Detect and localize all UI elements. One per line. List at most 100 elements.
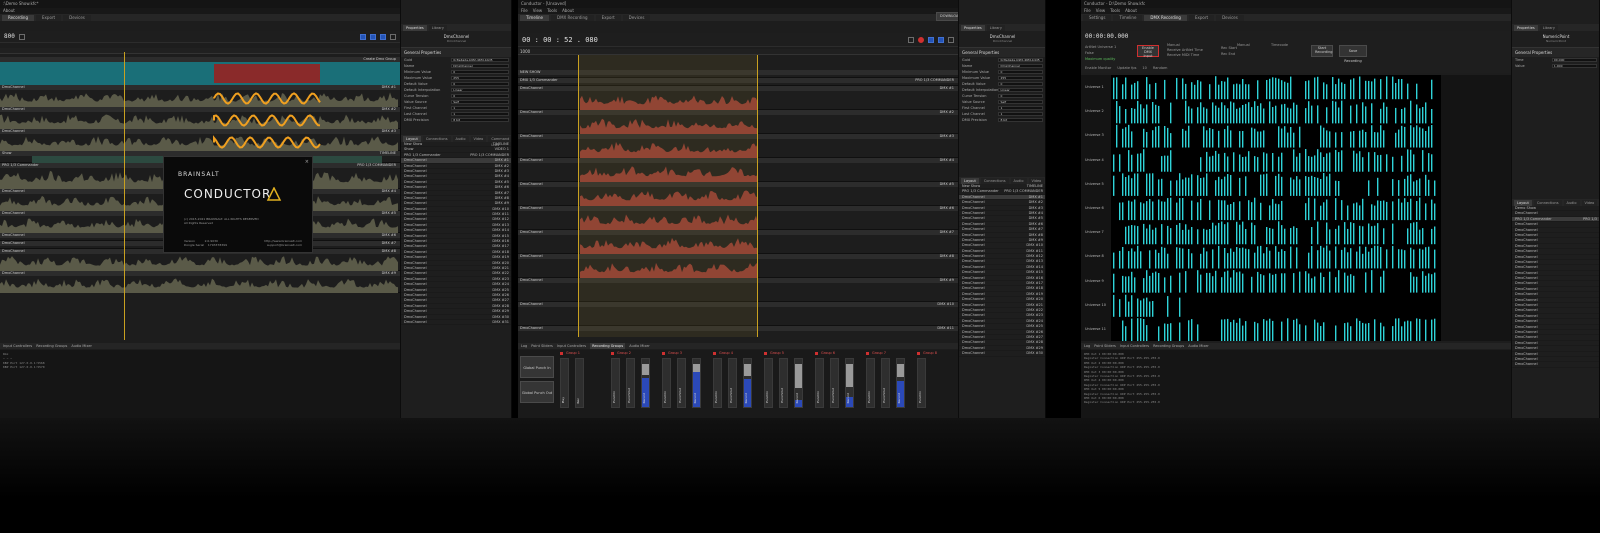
property-value-field[interactable]: 0 <box>451 69 509 75</box>
track-row[interactable]: DmxChannel DMX #5 <box>518 182 958 206</box>
global-punch-out-button[interactable]: Global Punch Out <box>520 381 554 403</box>
track-waveform[interactable] <box>0 254 400 271</box>
property-value-field[interactable]: Self <box>998 99 1043 105</box>
tool-select-icon[interactable] <box>928 36 934 43</box>
fader[interactable]: Record <box>896 358 905 408</box>
timecode-display[interactable]: 00 : 00 : 52 . 080 <box>522 36 598 44</box>
track-waveform[interactable] <box>0 112 400 129</box>
list-tab[interactable]: Audio <box>1563 200 1580 206</box>
menu-about[interactable]: About <box>1125 8 1137 14</box>
menu-about[interactable]: About <box>562 8 574 14</box>
tool-draw-icon[interactable] <box>370 33 376 40</box>
property-value-field[interactable]: DmxChannel <box>451 63 509 69</box>
track-row[interactable]: DmxChannel DMX #8 <box>518 254 958 278</box>
track-row[interactable]: DmxChannel DMX #1 <box>0 85 400 107</box>
property-value-field[interactable]: 8 bit <box>998 117 1043 123</box>
tab-timeline[interactable]: Timeline <box>520 15 550 21</box>
fader[interactable]: PunchIn <box>611 358 620 408</box>
enable-dmx-input-button[interactable]: Enable DMX Input <box>1137 45 1159 58</box>
tab-log[interactable]: Log <box>1084 343 1090 349</box>
zoom-value[interactable]: 1000 <box>520 49 530 54</box>
property-value-field[interactable]: 1 <box>451 111 509 117</box>
tab-devices[interactable]: Devices <box>63 15 91 21</box>
list-tab[interactable]: Connections <box>422 136 451 142</box>
list-tab[interactable]: Connections <box>1533 200 1562 206</box>
property-value-field[interactable]: 8 bit <box>451 117 509 123</box>
false-option[interactable]: False <box>1085 51 1094 55</box>
tab-recording-groups[interactable]: Recording Groups <box>1153 343 1184 349</box>
track-waveform[interactable] <box>518 259 958 278</box>
menu-about[interactable]: About <box>3 8 15 14</box>
timeline-ruler[interactable]: 1000 <box>518 49 958 55</box>
play-icon[interactable] <box>908 36 914 43</box>
track-waveform[interactable] <box>518 307 958 326</box>
track-row[interactable]: DmxChannel DMX #6 <box>518 206 958 230</box>
group-region[interactable] <box>0 62 400 85</box>
tab-point-sliders[interactable]: Point Sliders <box>531 343 553 349</box>
fader[interactable]: Play <box>560 358 569 408</box>
property-value-field[interactable]: 0 <box>998 69 1043 75</box>
fader[interactable]: PunchOut <box>677 358 686 408</box>
list-tab[interactable]: Connections <box>980 178 1009 184</box>
fader[interactable]: Rec <box>575 358 584 408</box>
track-waveform[interactable] <box>0 62 400 85</box>
track-waveform[interactable] <box>518 331 958 338</box>
property-value-field[interactable]: 0c8e4a2e-b9f2-46fd-b4d5 <box>451 57 509 63</box>
fader[interactable]: PunchIn <box>917 358 926 408</box>
list-item[interactable]: DmxChannel DMX #31 <box>401 320 511 326</box>
tool-select-icon[interactable] <box>360 33 366 40</box>
track-row[interactable]: DmxChannel DMX #2 <box>0 107 400 129</box>
tab-export[interactable]: Export <box>1188 15 1215 21</box>
tab-settings[interactable]: Settings <box>1083 15 1112 21</box>
tool-snap-icon[interactable] <box>948 36 954 43</box>
group-name[interactable]: Group 2 <box>609 350 660 356</box>
tab-properties[interactable]: Properties <box>403 25 427 31</box>
menu-file[interactable]: File <box>521 8 528 14</box>
track-waveform[interactable] <box>518 139 958 158</box>
property-value-field[interactable]: Self <box>451 99 509 105</box>
track-waveform[interactable] <box>0 276 400 293</box>
record-icon[interactable] <box>918 36 924 43</box>
tab-recording[interactable]: Recording <box>2 15 35 21</box>
property-value-field[interactable]: 1 <box>998 111 1043 117</box>
tab-input-controllers[interactable]: Input Controllers <box>1120 343 1149 349</box>
curve-line[interactable] <box>213 92 321 105</box>
tab-library[interactable]: Library <box>428 25 447 31</box>
fader[interactable]: Record <box>794 358 803 408</box>
tab-library[interactable]: Library <box>986 25 1005 31</box>
fader[interactable]: Record <box>845 358 854 408</box>
selected-region[interactable] <box>214 64 320 83</box>
fader[interactable]: PunchOut <box>728 358 737 408</box>
tab-dmx-recording[interactable]: DMX Recording <box>1144 15 1187 21</box>
property-value-field[interactable]: 0 <box>451 93 509 99</box>
zoom-value[interactable]: 800 <box>4 33 15 40</box>
menu-file[interactable]: File <box>1084 8 1091 14</box>
start-recording-button[interactable]: Start Recording <box>1311 45 1333 57</box>
tab-library[interactable]: Library <box>1539 25 1558 31</box>
track-row[interactable]: DmxChannel DMX #3 <box>518 134 958 158</box>
track-waveform[interactable] <box>518 115 958 134</box>
splash-links[interactable]: http://www.brainsalt.com support@brainsa… <box>264 239 302 247</box>
tab-point-sliders[interactable]: Point Sliders <box>1094 343 1116 349</box>
menu-tools[interactable]: Tools <box>1110 8 1120 14</box>
track-waveform[interactable] <box>0 134 400 151</box>
list-tab[interactable]: Video <box>1581 200 1598 206</box>
fader[interactable]: PunchIn <box>713 358 722 408</box>
group-name[interactable]: Group 3 <box>660 350 711 356</box>
menu-view[interactable]: View <box>1096 8 1106 14</box>
tool-draw-icon[interactable] <box>938 36 944 43</box>
list-item[interactable]: DmxChannel DMX #30 <box>959 351 1045 357</box>
tab-recording-groups[interactable]: Recording Groups <box>36 343 67 349</box>
property-value-field[interactable]: 0c8e4a2e-b9f2-46fd-b4d5 <box>998 57 1043 63</box>
close-icon[interactable]: × <box>305 159 309 165</box>
track-row[interactable]: DmxChannel DMX #7 <box>518 230 958 254</box>
tab-audio-mixer[interactable]: Audio Mixer <box>71 343 92 349</box>
menu-tools[interactable]: Tools <box>547 8 557 14</box>
track-row[interactable]: DmxChannel DMX #4 <box>518 158 958 182</box>
list-item[interactable]: DmxChannel <box>1512 362 1599 368</box>
transport-icon[interactable] <box>18 33 25 40</box>
track-waveform[interactable] <box>518 91 958 110</box>
group-name[interactable]: Group 6 <box>813 350 864 356</box>
property-value-field[interactable]: 255 <box>998 75 1043 81</box>
track-row[interactable]: DMX 1/3 Commander PRO 1/3 COMMANDER <box>518 78 958 86</box>
